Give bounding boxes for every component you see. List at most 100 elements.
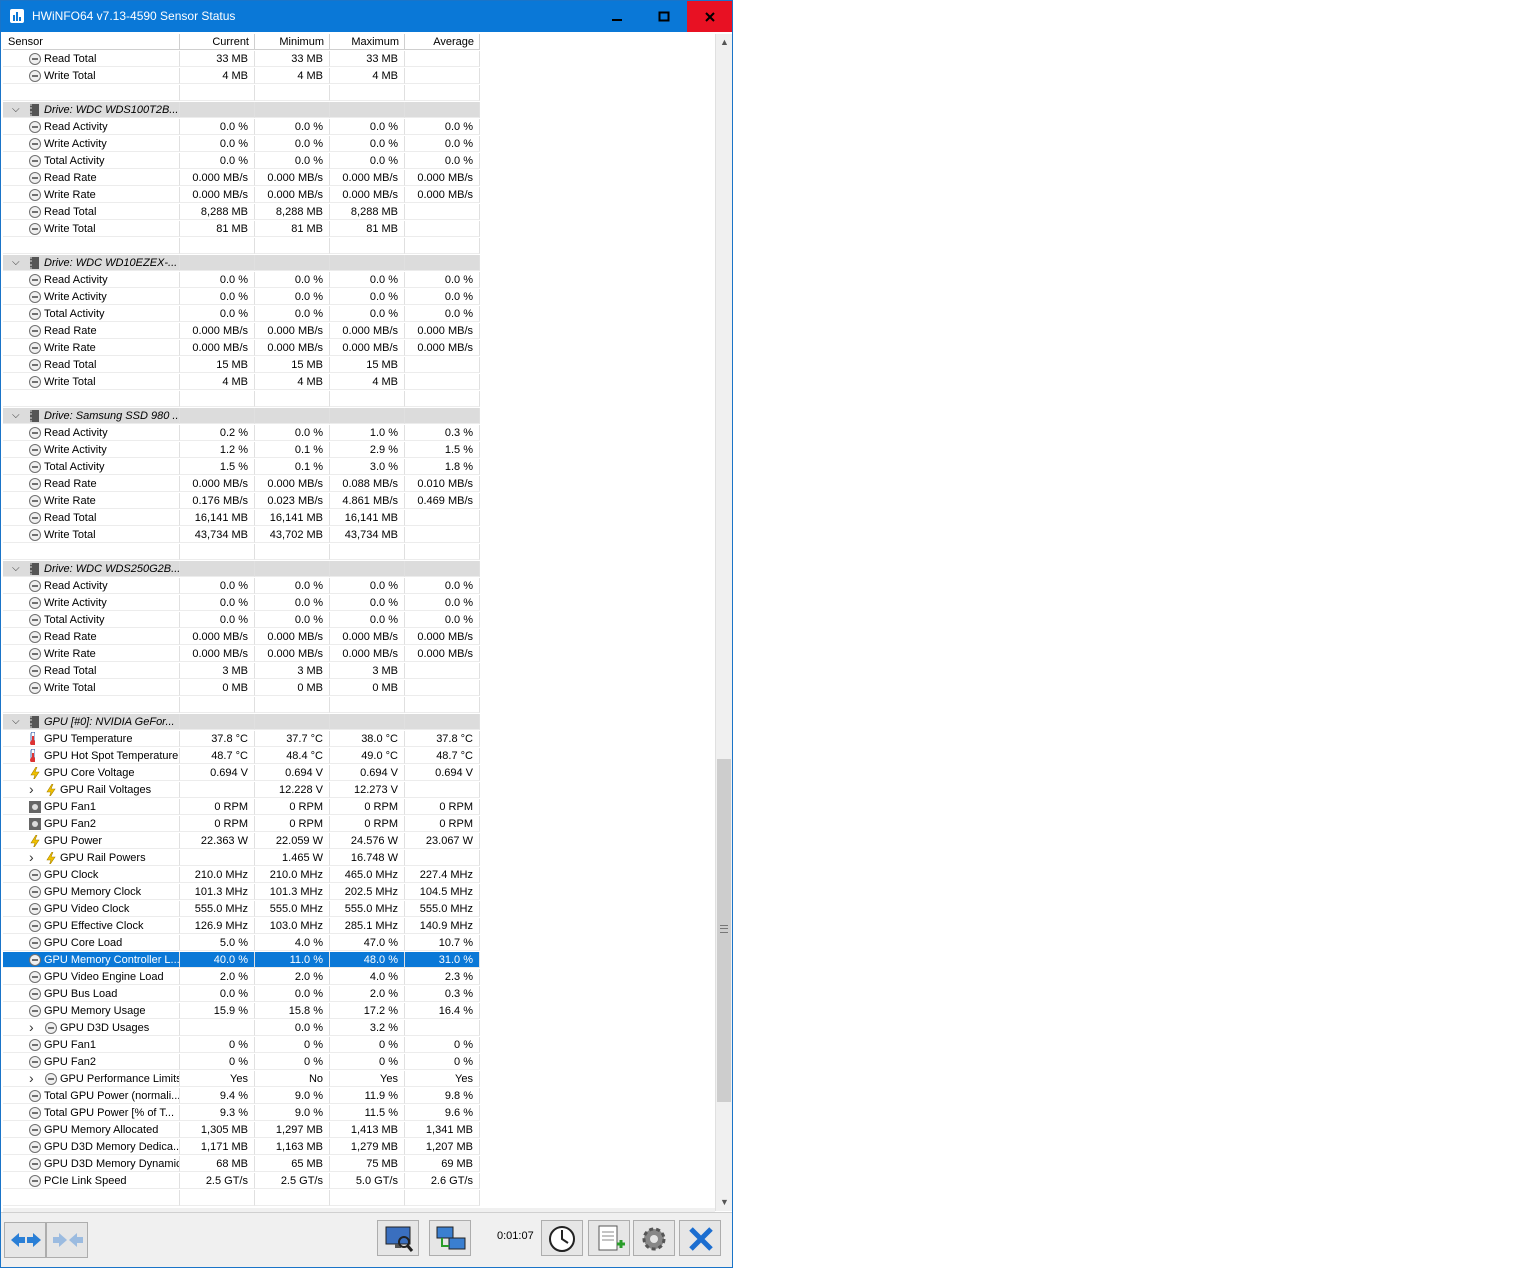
header-average[interactable]: Average	[405, 34, 480, 50]
sensor-row[interactable]: › GPU Rail Powers 1.465 W 16.748 W	[3, 850, 715, 867]
header-current[interactable]: Current	[180, 34, 255, 50]
sensor-row[interactable]: Read Total 15 MB 15 MB 15 MB	[3, 357, 715, 374]
sensor-row[interactable]: Total Activity 1.5 % 0.1 % 3.0 % 1.8 %	[3, 459, 715, 476]
sensor-row[interactable]: Read Rate 0.000 MB/s 0.000 MB/s 0.000 MB/s 0…	[3, 629, 715, 646]
sensor-row[interactable]: GPU Fan2 0 % 0 % 0 % 0 %	[3, 1054, 715, 1071]
sensor-row[interactable]: Write Rate 0.000 MB/s 0.000 MB/s 0.000 MB/s…	[3, 646, 715, 663]
sensor-row[interactable]: Read Rate 0.000 MB/s 0.000 MB/s 0.000 MB/s 0…	[3, 323, 715, 340]
sensor-row[interactable]: Read Rate 0.000 MB/s 0.000 MB/s 0.000 MB/s 0…	[3, 170, 715, 187]
logging-button[interactable]	[588, 1220, 630, 1256]
sensor-row[interactable]: › GPU D3D Usages 0.0 % 3.2 %	[3, 1020, 715, 1037]
sensor-row[interactable]: Write Rate 0.000 MB/s 0.000 MB/s 0.000 MB/s…	[3, 187, 715, 204]
sensor-row[interactable]: GPU Video Engine Load 2.0 % 2.0 % 4.0 % 2.3 …	[3, 969, 715, 986]
sensor-group-row[interactable]: ⌵ Drive: WDC WD10EZEX-...	[3, 255, 715, 272]
sensor-row[interactable]: Read Activity 0.2 % 0.0 % 1.0 % 0.3 %	[3, 425, 715, 442]
network-button[interactable]	[429, 1220, 471, 1256]
chevron-down-icon[interactable]: ⌵	[12, 102, 20, 117]
sensor-monitor-button[interactable]	[377, 1220, 419, 1256]
sensor-row[interactable]: GPU Temperature 37.8 °C 37.7 °C 38.0 °C 37.8…	[3, 731, 715, 748]
sensor-group-row[interactable]: ⌵ Drive: WDC WDS100T2B...	[3, 102, 715, 119]
chevron-right-icon[interactable]: ›	[29, 782, 34, 797]
sensor-row[interactable]: Total Activity 0.0 % 0.0 % 0.0 % 0.0 %	[3, 612, 715, 629]
sensor-row[interactable]: GPU Video Clock 555.0 MHz 555.0 MHz 555.0 M…	[3, 901, 715, 918]
sensor-row[interactable]: GPU Hot Spot Temperature 48.7 °C 48.4 °C 49…	[3, 748, 715, 765]
sensor-row[interactable]: GPU Clock 210.0 MHz 210.0 MHz 465.0 MHz 227.…	[3, 867, 715, 884]
sensor-row[interactable]: GPU Core Voltage 0.694 V 0.694 V 0.694 V 0.6…	[3, 765, 715, 782]
scroll-down-button[interactable]: ▼	[716, 1194, 732, 1211]
sensor-row[interactable]: GPU D3D Memory Dynamic 68 MB 65 MB 75 MB 69 …	[3, 1156, 715, 1173]
sensor-row[interactable]: Read Activity 0.0 % 0.0 % 0.0 % 0.0 %	[3, 272, 715, 289]
chevron-down-icon[interactable]: ⌵	[12, 408, 20, 423]
title-bar[interactable]: HWiNFO64 v7.13-4590 Sensor Status	[1, 1, 732, 32]
sensor-row[interactable]: Total GPU Power (normali... 9.4 % 9.0 % 11.…	[3, 1088, 715, 1105]
sensor-row[interactable]: GPU Memory Allocated 1,305 MB 1,297 MB 1,41…	[3, 1122, 715, 1139]
collapse-columns-button[interactable]	[46, 1222, 88, 1258]
sensor-row[interactable]: Total GPU Power [% of T... 9.3 % 9.0 % 11.5…	[3, 1105, 715, 1122]
sensor-row[interactable]: Write Total 43,734 MB 43,702 MB 43,734 MB	[3, 527, 715, 544]
sensor-row[interactable]: Write Rate 0.000 MB/s 0.000 MB/s 0.000 MB/s…	[3, 340, 715, 357]
scroll-thumb[interactable]	[717, 759, 731, 1102]
sensor-row[interactable]: GPU Core Load 5.0 % 4.0 % 47.0 % 10.7 %	[3, 935, 715, 952]
sensor-group-row[interactable]: ⌵ GPU [#0]: NVIDIA GeFor...	[3, 714, 715, 731]
sensor-row[interactable]: Write Total 0 MB 0 MB 0 MB	[3, 680, 715, 697]
current-value: 1,171 MB	[180, 1139, 255, 1155]
exit-button[interactable]	[679, 1220, 721, 1256]
sensor-row[interactable]: Write Activity 0.0 % 0.0 % 0.0 % 0.0 %	[3, 595, 715, 612]
sensor-label: GPU Performance Limits	[60, 1073, 180, 1085]
chevron-down-icon[interactable]: ⌵	[12, 255, 20, 270]
chevron-right-icon[interactable]: ›	[29, 850, 34, 865]
sensor-row[interactable]: Write Total 4 MB 4 MB 4 MB	[3, 374, 715, 391]
settings-button[interactable]	[633, 1220, 675, 1256]
circle-gauge-icon	[29, 138, 41, 150]
sensor-row[interactable]: Total Activity 0.0 % 0.0 % 0.0 % 0.0 %	[3, 153, 715, 170]
sensor-row[interactable]: Total Activity 0.0 % 0.0 % 0.0 % 0.0 %	[3, 306, 715, 323]
sensor-row[interactable]: GPU Effective Clock 126.9 MHz 103.0 MHz 285…	[3, 918, 715, 935]
header-minimum[interactable]: Minimum	[255, 34, 330, 50]
chevron-right-icon[interactable]: ›	[29, 1020, 34, 1035]
sensor-row[interactable]: Read Total 16,141 MB 16,141 MB 16,141 MB	[3, 510, 715, 527]
sensor-row[interactable]: Read Total 3 MB 3 MB 3 MB	[3, 663, 715, 680]
sensor-row[interactable]: Write Total 81 MB 81 MB 81 MB	[3, 221, 715, 238]
sensor-row[interactable]: Write Activity 0.0 % 0.0 % 0.0 % 0.0 %	[3, 136, 715, 153]
minimum-value: 0.0 %	[255, 1020, 330, 1036]
sensor-name-cell: Write Rate	[3, 646, 180, 662]
header-sensor[interactable]: Sensor	[3, 34, 180, 50]
maximize-button[interactable]	[641, 1, 687, 32]
chevron-down-icon[interactable]: ⌵	[12, 714, 20, 729]
sensor-row[interactable]: Read Activity 0.0 % 0.0 % 0.0 % 0.0 %	[3, 119, 715, 136]
scroll-up-button[interactable]: ▲	[716, 34, 732, 51]
sensor-row[interactable]: GPU Power 22.363 W 22.059 W 24.576 W 23.067 …	[3, 833, 715, 850]
header-maximum[interactable]: Maximum	[330, 34, 405, 50]
sensor-row[interactable]: PCIe Link Speed 2.5 GT/s 2.5 GT/s 5.0 GT/s 2…	[3, 1173, 715, 1190]
sensor-row[interactable]: Read Activity 0.0 % 0.0 % 0.0 % 0.0 %	[3, 578, 715, 595]
sensor-row[interactable]: Write Rate 0.176 MB/s 0.023 MB/s 4.861 MB/s…	[3, 493, 715, 510]
expand-columns-button[interactable]	[4, 1222, 46, 1258]
sensor-group-row[interactable]: ⌵ Drive: WDC WDS250G2B...	[3, 561, 715, 578]
close-button[interactable]	[687, 1, 732, 32]
vertical-scrollbar[interactable]: ▲ ▼	[715, 34, 732, 1211]
sensor-row[interactable]: Write Activity 0.0 % 0.0 % 0.0 % 0.0 %	[3, 289, 715, 306]
sensor-row[interactable]: Read Rate 0.000 MB/s 0.000 MB/s 0.088 MB/s 0…	[3, 476, 715, 493]
sensor-group-row[interactable]: ⌵ Drive: Samsung SSD 980 ...	[3, 408, 715, 425]
sensor-row[interactable]: GPU Fan2 0 RPM 0 RPM 0 RPM 0 RPM	[3, 816, 715, 833]
sensor-row[interactable]: Read Total 8,288 MB 8,288 MB 8,288 MB	[3, 204, 715, 221]
sensor-row[interactable]: Write Activity 1.2 % 0.1 % 2.9 % 1.5 %	[3, 442, 715, 459]
chevron-right-icon[interactable]: ›	[29, 1071, 34, 1086]
sensor-row[interactable]: › GPU Rail Voltages 12.228 V 12.273 V	[3, 782, 715, 799]
minimize-button[interactable]	[594, 1, 640, 32]
sensor-row[interactable]: GPU Memory Controller L... 40.0 % 11.0 % 48…	[3, 952, 715, 969]
reset-timer-button[interactable]	[541, 1220, 583, 1256]
sensor-name-cell: Read Rate	[3, 170, 180, 186]
sensor-list[interactable]: Read Total 33 MB 33 MB 33 MB Write Total 4 MB…	[3, 51, 715, 1211]
sensor-row[interactable]: GPU Memory Usage 15.9 % 15.8 % 17.2 % 16.4 %	[3, 1003, 715, 1020]
sensor-row[interactable]: GPU Bus Load 0.0 % 0.0 % 2.0 % 0.3 %	[3, 986, 715, 1003]
sensor-row[interactable]: › GPU Performance Limits Yes No Yes Yes	[3, 1071, 715, 1088]
chevron-down-icon[interactable]: ⌵	[12, 561, 20, 576]
sensor-row[interactable]: Write Total 4 MB 4 MB 4 MB	[3, 68, 715, 85]
sensor-row[interactable]: GPU Fan1 0 % 0 % 0 % 0 %	[3, 1037, 715, 1054]
sensor-row[interactable]: GPU D3D Memory Dedica... 1,171 MB 1,163 MB…	[3, 1139, 715, 1156]
sensor-row[interactable]: GPU Memory Clock 101.3 MHz 101.3 MHz 202.5 …	[3, 884, 715, 901]
sensor-row[interactable]: GPU Fan1 0 RPM 0 RPM 0 RPM 0 RPM	[3, 799, 715, 816]
minimum-value: 0.000 MB/s	[255, 170, 330, 186]
sensor-row[interactable]: Read Total 33 MB 33 MB 33 MB	[3, 51, 715, 68]
